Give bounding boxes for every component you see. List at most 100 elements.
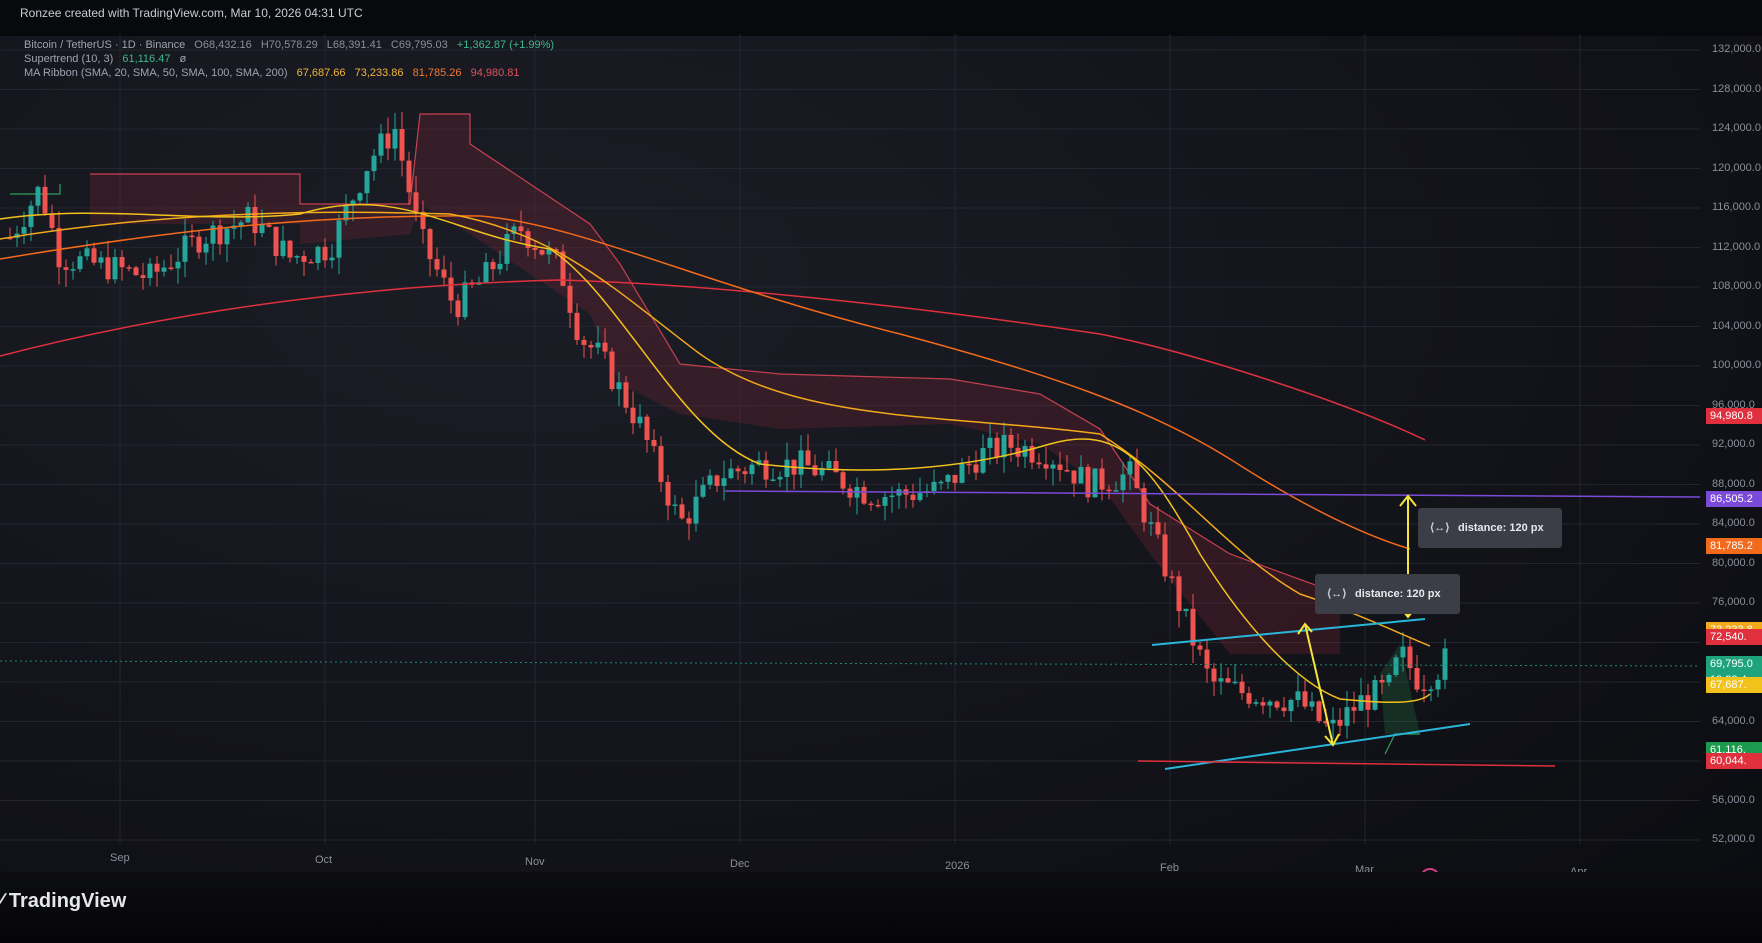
candle-body: [672, 504, 678, 506]
candle-body: [1218, 678, 1224, 682]
legend-high: H70,578.29: [260, 39, 318, 51]
candle-body: [539, 249, 545, 255]
candle-body: [1344, 707, 1350, 726]
candle-body: [1232, 681, 1238, 684]
candle-body: [266, 224, 272, 227]
candle-body: [1008, 434, 1014, 448]
candle-body: [1127, 461, 1133, 475]
candle-body: [749, 464, 755, 475]
candle-body: [1043, 464, 1049, 469]
candle-body: [56, 227, 62, 268]
candle-body: [119, 257, 125, 268]
time-axis-label: 2026: [945, 860, 970, 872]
candle-body: [441, 269, 447, 278]
legend-ma-label: MA Ribbon (SMA, 20, SMA, 50, SMA, 100, S…: [24, 67, 288, 79]
price-axis-label: 128,000.0: [1712, 82, 1761, 95]
grid: [0, 34, 1700, 844]
price-axis-label: 92,000.0: [1712, 438, 1755, 450]
candle-body: [1169, 576, 1175, 578]
candle-body: [1197, 645, 1203, 650]
candle-body: [567, 285, 573, 313]
candle-body: [1274, 701, 1280, 708]
candle-body: [602, 342, 608, 352]
candle-body: [574, 312, 580, 340]
candle-body: [1414, 668, 1420, 690]
candle-body: [1162, 534, 1168, 577]
candle-body: [189, 235, 195, 238]
time-axis-label: Sep: [110, 852, 130, 864]
legend-ma20: 67,687.66: [296, 67, 346, 79]
candle-body: [679, 504, 685, 519]
candle-body: [763, 460, 769, 480]
candle-body: [1225, 678, 1231, 683]
candle-body: [112, 257, 118, 280]
price-axis-label: 112,000.0: [1712, 240, 1761, 253]
candle-body: [742, 471, 748, 475]
legend-supertrend-value: 61,116.47: [122, 53, 171, 65]
distance-tooltip: ⟨↔⟩ distance: 120 px: [1418, 508, 1562, 548]
candle-body: [308, 261, 314, 264]
legend-open: O68,432.16: [194, 39, 252, 51]
candle-body: [84, 248, 90, 257]
candle-body: [1050, 464, 1056, 469]
candle-body: [1365, 695, 1371, 710]
candle-body: [875, 504, 881, 507]
candle-body: [364, 171, 370, 194]
candle-body: [1239, 681, 1245, 694]
legend-supertrend-label: Supertrend (10, 3): [24, 53, 114, 65]
candle-body: [462, 282, 468, 318]
legend-ma100: 81,785.26: [412, 67, 462, 79]
candle-body: [77, 256, 83, 270]
candle-body: [490, 262, 496, 270]
candle-body: [252, 206, 258, 234]
candle-body: [1064, 469, 1070, 472]
candle-body: [1071, 470, 1077, 484]
candle-body: [287, 240, 293, 258]
distance-tooltip-text: distance: 120 px: [1458, 522, 1544, 534]
candle-body: [1267, 701, 1273, 706]
candle-body: [1337, 719, 1343, 726]
candle-body: [392, 129, 398, 149]
candle-body: [826, 460, 832, 469]
candle-body: [273, 226, 279, 256]
supertrend-bear-zone: [90, 114, 1340, 654]
candle-body: [182, 235, 188, 262]
candle-body: [1309, 701, 1315, 707]
distance-tooltip: ⟨↔⟩ distance: 120 px: [1315, 574, 1460, 614]
candle-body: [357, 193, 363, 201]
candle-body: [637, 416, 643, 424]
candle-body: [938, 481, 944, 484]
candle-body: [973, 464, 979, 473]
candle-body: [21, 227, 27, 234]
candle-body: [812, 465, 818, 476]
price-tag: 60,044.: [1706, 752, 1762, 769]
candle-body: [595, 342, 601, 348]
legend-close: C69,795.03: [390, 39, 448, 51]
supertrend-bull-zone: [1380, 644, 1420, 734]
candle-body: [168, 267, 174, 270]
candle-body: [35, 186, 41, 206]
candle-body: [28, 205, 34, 228]
candle-body: [1057, 464, 1063, 470]
candle-body: [588, 344, 594, 348]
candle-body: [224, 228, 230, 245]
chart-canvas[interactable]: [0, 34, 1762, 876]
candle-body: [581, 339, 587, 345]
candle-body: [644, 416, 650, 441]
candle-body: [959, 463, 965, 483]
candle-body: [1372, 680, 1378, 710]
candle-body: [105, 257, 111, 280]
candle-body: [889, 495, 895, 498]
chart-panel[interactable]: Bitcoin / TetherUS · 1D · Binance O68,43…: [0, 34, 1762, 888]
candle-body: [1358, 695, 1364, 711]
candle-body: [280, 240, 286, 256]
candle-body: [322, 246, 328, 261]
legend-change: +1,362.87 (+1.99%): [456, 39, 555, 51]
price-tag: 86,505.2: [1706, 491, 1762, 508]
candle-body: [315, 246, 321, 263]
price-axis-label: 100,000.0: [1712, 359, 1761, 371]
legend-symbol-row: Bitcoin / TetherUS · 1D · Binance O68,43…: [24, 38, 560, 52]
bottom-strip: [0, 872, 1762, 943]
legend-supertrend-row: Supertrend (10, 3) 61,116.47 ø: [24, 52, 192, 66]
candle-body: [616, 382, 622, 390]
